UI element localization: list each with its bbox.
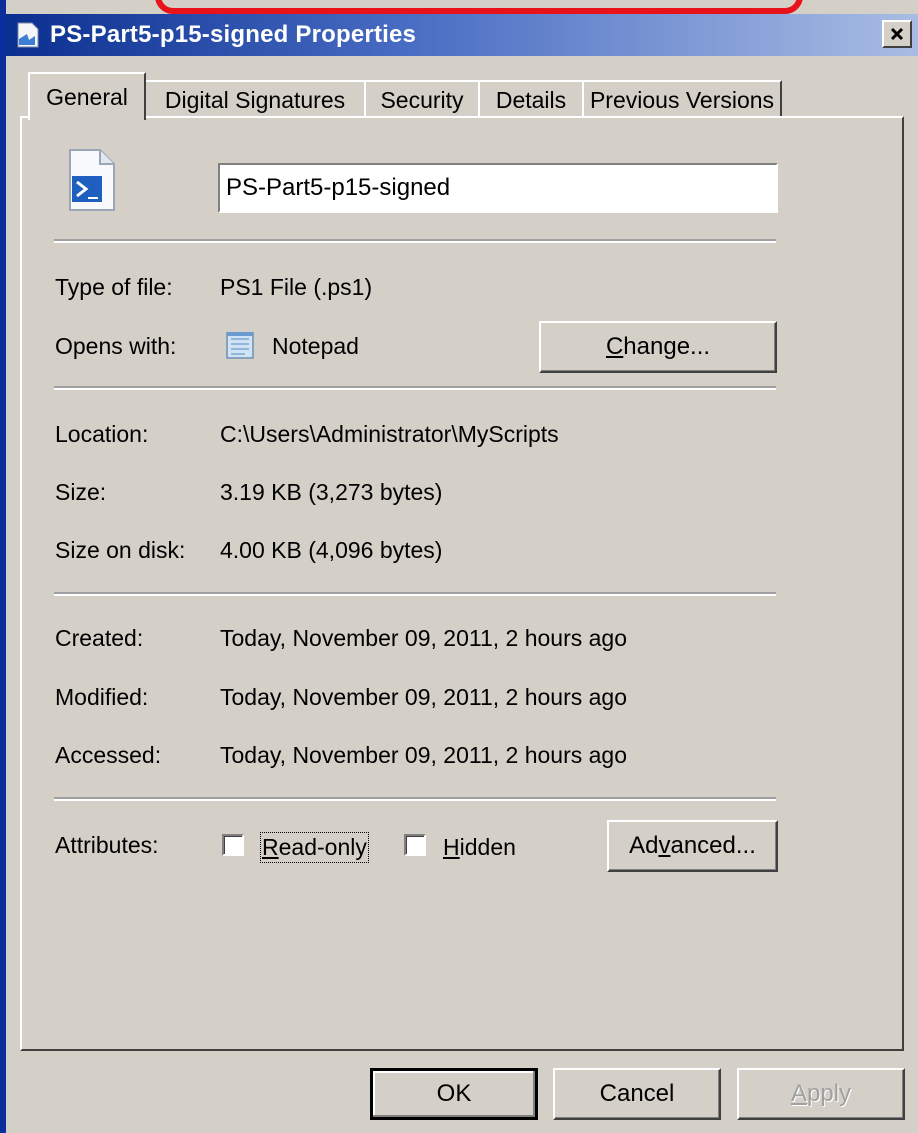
location-label: Location: [55,421,149,447]
tab-details[interactable]: Details [478,80,584,118]
close-button[interactable] [882,20,912,48]
attributes-label: Attributes: [55,832,159,858]
advanced-button[interactable]: Ad v anced... [607,820,778,872]
powershell-file-icon [69,149,115,211]
cancel-button[interactable]: Cancel [553,1068,721,1120]
separator [54,239,776,243]
size-value: 3.19 KB (3,273 bytes) [220,479,443,505]
title-bar[interactable]: PS-Part5-p15-signed Properties [6,14,918,56]
readonly-checkbox[interactable] [222,834,244,856]
apply-button[interactable]: Apply [737,1068,905,1120]
close-icon [890,27,904,41]
tab-digital-signatures[interactable]: Digital Signatures [144,80,366,118]
hidden-checkbox[interactable] [404,834,426,856]
size-label: Size: [55,479,107,505]
separator [54,386,776,390]
size-on-disk-value: 4.00 KB (4,096 bytes) [220,537,443,563]
location-value: C:\Users\Administrator\MyScripts [220,421,559,447]
modified-value: Today, November 09, 2011, 2 hours ago [220,684,628,710]
created-value: Today, November 09, 2011, 2 hours ago [220,625,628,651]
separator [54,797,776,801]
created-label: Created: [55,625,144,651]
size-on-disk-label: Size on disk: [55,537,186,563]
notepad-icon [226,332,254,359]
change-button[interactable]: Change... [539,321,777,373]
script-file-icon [17,22,39,48]
filename-input[interactable]: PS-Part5-p15-signed [218,163,778,213]
hidden-label[interactable]: Hidden [443,834,516,861]
separator [54,592,776,596]
readonly-label[interactable]: Read-only [260,832,369,863]
tab-general[interactable]: General [28,72,146,120]
type-of-file-value: PS1 File (.ps1) [220,274,373,300]
ok-button[interactable]: OK [370,1068,538,1120]
general-panel [20,116,904,1051]
accessed-value: Today, November 09, 2011, 2 hours ago [220,742,628,768]
opens-with-value: Notepad [272,333,359,359]
accessed-label: Accessed: [55,742,162,768]
opens-with-label: Opens with: [55,333,177,359]
tab-previous-versions[interactable]: Previous Versions [582,80,782,118]
window-title: PS-Part5-p15-signed Properties [50,21,417,48]
annotation-highlight [155,0,803,14]
window-frame-edge [0,0,6,1133]
modified-label: Modified: [55,684,149,710]
type-of-file-label: Type of file: [55,274,173,300]
tab-security[interactable]: Security [364,80,480,118]
